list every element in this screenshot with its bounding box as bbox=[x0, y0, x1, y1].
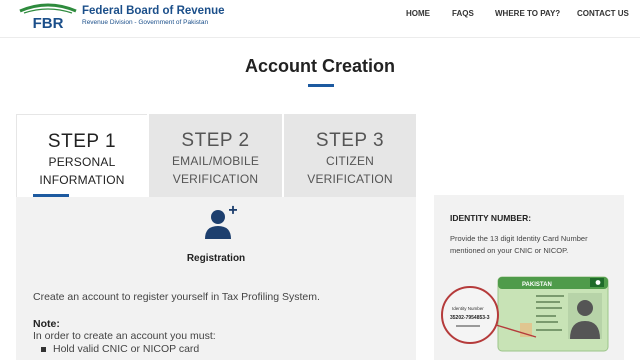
tab-step-3[interactable]: STEP 3 CITIZEN VERIFICATION bbox=[284, 114, 416, 197]
nav-contact-us[interactable]: CONTACT US bbox=[577, 9, 629, 18]
nav-home[interactable]: HOME bbox=[406, 9, 430, 18]
card-country: PAKISTAN bbox=[522, 282, 552, 288]
tab-step-1[interactable]: STEP 1 PERSONAL INFORMATION bbox=[16, 114, 147, 197]
logo-text: FBR bbox=[33, 15, 64, 32]
site-header: FBR Federal Board of Revenue Revenue Div… bbox=[0, 0, 640, 38]
identity-help-sidebar: IDENTITY NUMBER: Provide the 13 digit Id… bbox=[434, 195, 624, 360]
cnic-card-image: PAKISTAN Identity Number 35202-7954853-3 bbox=[441, 276, 609, 352]
step-line-2: VERIFICATION bbox=[307, 172, 393, 186]
note-title: Note: bbox=[33, 318, 60, 330]
brand-subtitle: Revenue Division - Government of Pakista… bbox=[82, 19, 209, 26]
step-number: STEP 1 bbox=[47, 131, 117, 152]
nav-faqs[interactable]: FAQS bbox=[452, 9, 474, 18]
step-line-1: CITIZEN bbox=[325, 154, 375, 168]
brand-title: Federal Board of Revenue bbox=[82, 5, 225, 17]
card-number: 35202-7954853-3 bbox=[450, 315, 490, 321]
intro-text: Create an account to register yourself i… bbox=[33, 291, 320, 303]
step-line-1: PERSONAL bbox=[48, 155, 116, 169]
step-line-2: VERIFICATION bbox=[172, 172, 259, 186]
step-number: STEP 2 bbox=[181, 130, 250, 151]
sidebar-title: IDENTITY NUMBER: bbox=[450, 213, 532, 223]
registration-label: Registration bbox=[186, 253, 246, 264]
title-underline bbox=[308, 84, 334, 87]
registration-panel: Registration Create an account to regist… bbox=[16, 197, 416, 360]
step-number: STEP 3 bbox=[315, 130, 385, 151]
nav-where-to-pay[interactable]: WHERE TO PAY? bbox=[495, 9, 560, 18]
page-title: Account Creation bbox=[244, 56, 395, 76]
fbr-logo[interactable]: FBR bbox=[18, 3, 78, 33]
step-tabs: STEP 1 PERSONAL INFORMATION STEP 2 EMAIL… bbox=[16, 114, 416, 197]
note-bullet: Hold valid CNIC or NICOP card bbox=[53, 343, 200, 355]
step-line-1: EMAIL/MOBILE bbox=[171, 154, 260, 168]
add-user-icon bbox=[205, 205, 237, 239]
sidebar-text: Provide the 13 digit Identity Card Numbe… bbox=[450, 234, 588, 255]
card-number-label: Identity Number bbox=[452, 306, 484, 311]
bullet-icon bbox=[41, 347, 46, 352]
tab-step-2[interactable]: STEP 2 EMAIL/MOBILE VERIFICATION bbox=[149, 114, 282, 197]
note-text: In order to create an account you must: bbox=[33, 330, 216, 342]
step-line-2: INFORMATION bbox=[39, 173, 125, 187]
